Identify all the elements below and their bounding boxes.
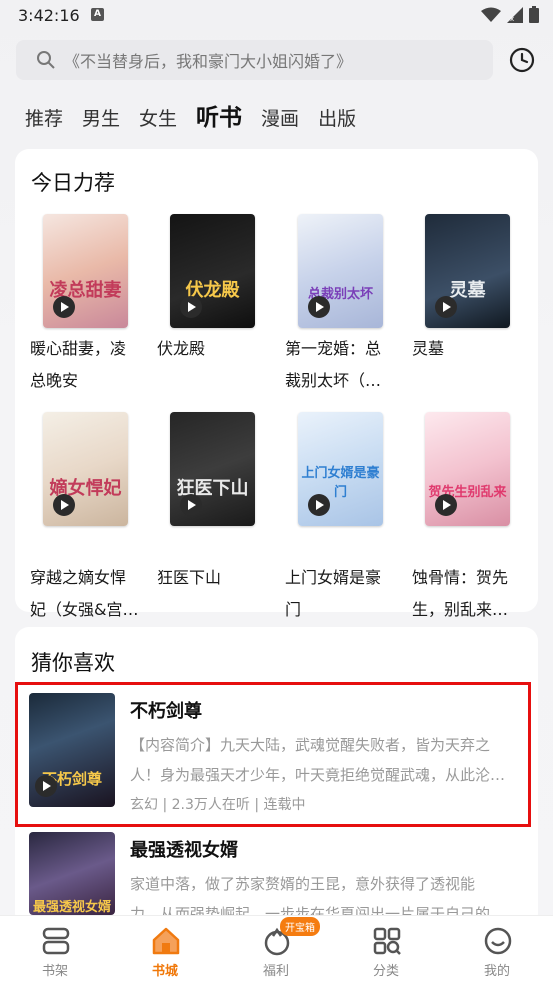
play-icon [180, 296, 202, 318]
book-title-line: 妃（女强&宫… [30, 600, 139, 619]
book-title-line: 暖心甜妻，凌 [30, 339, 127, 358]
book-title[interactable]: 灵墓 [412, 333, 530, 365]
play-icon [308, 296, 330, 318]
nav-label: 分类 [372, 964, 399, 979]
grid-search-icon [373, 927, 401, 955]
book-cover[interactable]: 凌总甜妻 [43, 214, 128, 328]
book-title[interactable]: 第一宠婚：总 裁别太坏（… [285, 333, 403, 397]
book-cover[interactable]: 总裁别太坏 [298, 214, 383, 328]
book-cover[interactable]: 灵墓 [425, 214, 510, 328]
history-clock-icon[interactable] [508, 46, 536, 74]
home-icon [152, 927, 180, 955]
book-title[interactable]: 蚀骨情：贺先 生，别乱来… [412, 562, 530, 626]
battery-icon [529, 6, 539, 23]
search-icon [37, 51, 55, 69]
bottom-nav: 书架 书城 福利 分类 我的 [0, 915, 553, 984]
play-icon [435, 296, 457, 318]
tab-recommend[interactable]: 推荐 [25, 104, 63, 131]
search-placeholder: 《不当替身后，我和豪门大小姐闪婚了》 [64, 52, 353, 71]
book-title[interactable]: 伏龙殿 [157, 333, 275, 365]
status-icons: x [481, 6, 539, 23]
book-cover[interactable]: 贺先生别乱来 [425, 412, 510, 526]
book-title-line: 上门女婿是豪 [285, 568, 382, 587]
book-title-line: 伏龙殿 [157, 339, 206, 358]
nav-label: 书城 [151, 964, 178, 979]
tab-male[interactable]: 男生 [82, 104, 120, 131]
book-cover[interactable]: 上门女婿是豪门 [298, 412, 383, 526]
book-title-line: 总晚安 [30, 371, 79, 390]
book-cover[interactable]: 嫡女悍妃 [43, 412, 128, 526]
guess-item-title[interactable]: 最强透视女婿 [130, 836, 238, 862]
bookshelf-icon [42, 927, 70, 955]
book-cover-zuiqiangtoushi[interactable]: 最强透视女婿 [29, 832, 115, 915]
tab-audiobook[interactable]: 听书 [196, 98, 242, 132]
play-icon [180, 494, 202, 516]
book-title-line: 穿越之嫡女悍 [30, 568, 127, 587]
status-time: 3:42:16 [18, 6, 80, 25]
recommend-title: 今日力荐 [31, 171, 115, 195]
play-icon [435, 494, 457, 516]
nav-label: 书架 [41, 964, 68, 979]
play-icon [53, 296, 75, 318]
book-title-line: 生，别乱来… [412, 600, 509, 619]
search-input[interactable]: 《不当替身后，我和豪门大小姐闪婚了》 [16, 40, 493, 80]
signal-icon: x [507, 6, 523, 23]
status-bar: 3:42:16 A x [0, 0, 553, 32]
nav-category[interactable]: 分类 [346, 916, 426, 984]
tab-comics[interactable]: 漫画 [261, 104, 299, 131]
wifi-icon [481, 7, 501, 22]
nav-bookstore[interactable]: 书城 [125, 916, 205, 984]
guess-item-desc: 家道中落，做了苏家赘婿的王昆，意外获得了透视能 力，从而强势崛起，一步步在华夏闯… [130, 869, 525, 915]
category-tabs: 推荐 男生 女生 听书 漫画 出版 [25, 98, 375, 132]
book-cover[interactable]: 狂医下山 [170, 412, 255, 526]
notification-icon: A [91, 8, 104, 21]
svg-text:x: x [510, 15, 514, 23]
guess-title: 猜你喜欢 [31, 651, 115, 675]
book-title[interactable]: 穿越之嫡女悍 妃（女强&宫… [30, 562, 148, 626]
book-title-line: 门 [285, 600, 302, 619]
book-title-line: 狂医下山 [157, 568, 222, 587]
nav-mine[interactable]: 我的 [457, 916, 537, 984]
tab-female[interactable]: 女生 [139, 104, 177, 131]
play-icon [308, 494, 330, 516]
nav-label: 我的 [483, 964, 510, 979]
book-title-line: 第一宠婚：总 [285, 339, 382, 358]
book-title-line: 蚀骨情：贺先 [412, 568, 509, 587]
tab-publishing[interactable]: 出版 [318, 104, 356, 131]
cover-title: 最强透视女婿 [32, 900, 111, 915]
book-title-line: 灵墓 [412, 339, 445, 358]
desc-line: 家道中落，做了苏家赘婿的王昆，意外获得了透视能 [130, 875, 476, 893]
book-title[interactable]: 暖心甜妻，凌 总晚安 [30, 333, 148, 397]
treasure-box-badge[interactable]: 开宝箱 [280, 917, 320, 936]
play-icon [53, 494, 75, 516]
nav-bookshelf[interactable]: 书架 [15, 916, 95, 984]
nav-label: 福利 [262, 964, 289, 979]
book-cover[interactable]: 伏龙殿 [170, 214, 255, 328]
smiley-profile-icon [484, 927, 512, 955]
selected-item-highlight [15, 682, 531, 827]
book-title-line: 裁别太坏（… [285, 371, 382, 390]
cover-title: 上门女婿是豪门 [301, 466, 380, 500]
book-title[interactable]: 上门女婿是豪门 [285, 562, 403, 626]
book-title[interactable]: 狂医下山 [157, 562, 275, 594]
desc-line: 力，从而强势崛起，一步步在华夏闯出一片属于自己的… [130, 905, 506, 915]
